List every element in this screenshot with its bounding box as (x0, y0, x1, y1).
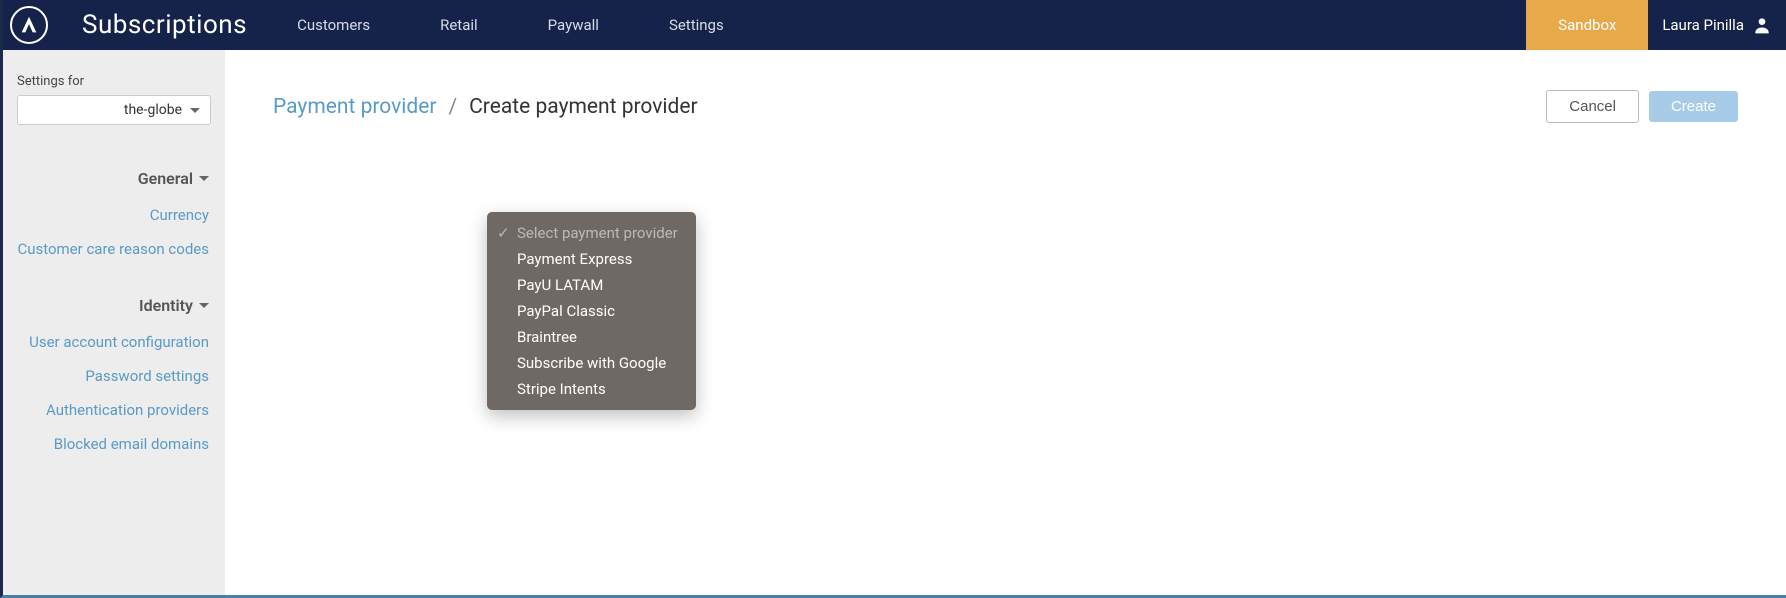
cancel-button[interactable]: Cancel (1546, 90, 1639, 123)
sidebar-link-blocked-email[interactable]: Blocked email domains (3, 427, 225, 461)
nav-customers[interactable]: Customers (297, 16, 370, 34)
site-select[interactable]: the-globe (17, 95, 211, 125)
sidebar-section-general[interactable]: General (3, 139, 225, 198)
breadcrumb: Payment provider / Create payment provid… (273, 95, 698, 119)
sidebar-link-auth-providers[interactable]: Authentication providers (3, 393, 225, 427)
chevron-down-icon (190, 108, 200, 113)
create-button[interactable]: Create (1649, 91, 1738, 122)
primary-nav: Customers Retail Paywall Settings (297, 16, 724, 34)
app-logo[interactable] (10, 6, 48, 44)
dropdown-option-payu-latam[interactable]: PayU LATAM (487, 272, 696, 298)
nav-retail[interactable]: Retail (440, 16, 478, 34)
site-select-value: the-globe (124, 102, 182, 118)
sidebar-link-password[interactable]: Password settings (3, 359, 225, 393)
sidebar-link-user-account[interactable]: User account configuration (3, 325, 225, 359)
dropdown-placeholder[interactable]: ✓ Select payment provider (487, 220, 696, 246)
sidebar-section-identity[interactable]: Identity (3, 266, 225, 325)
dropdown-option-braintree[interactable]: Braintree (487, 324, 696, 350)
breadcrumb-separator: / (448, 95, 457, 119)
breadcrumb-current: Create payment provider (469, 95, 698, 119)
top-navigation-bar: Subscriptions Customers Retail Paywall S… (3, 0, 1786, 50)
user-icon (1752, 15, 1772, 35)
user-name: Laura Pinilla (1662, 16, 1744, 34)
sidebar-link-currency[interactable]: Currency (3, 198, 225, 232)
sidebar-section-label: Identity (139, 296, 193, 315)
sidebar-section-label: General (138, 169, 193, 188)
dropdown-option-payment-express[interactable]: Payment Express (487, 246, 696, 272)
dropdown-placeholder-label: Select payment provider (517, 224, 678, 242)
chevron-down-icon (199, 303, 209, 308)
nav-paywall[interactable]: Paywall (548, 16, 599, 34)
environment-badge[interactable]: Sandbox (1526, 0, 1648, 50)
user-menu[interactable]: Laura Pinilla (1648, 15, 1786, 35)
main-content: Payment provider / Create payment provid… (225, 50, 1786, 595)
dropdown-option-paypal-classic[interactable]: PayPal Classic (487, 298, 696, 324)
chevron-down-icon (199, 176, 209, 181)
dropdown-option-stripe-intents[interactable]: Stripe Intents (487, 376, 696, 402)
settings-sidebar: Settings for the-globe General Currency … (3, 50, 225, 595)
logo-icon (18, 14, 40, 36)
app-title: Subscriptions (82, 10, 247, 40)
nav-settings[interactable]: Settings (669, 16, 724, 34)
settings-for-label: Settings for (17, 74, 211, 89)
check-icon: ✓ (497, 224, 510, 242)
breadcrumb-parent[interactable]: Payment provider (273, 95, 436, 119)
payment-provider-dropdown: ✓ Select payment provider Payment Expres… (487, 212, 696, 410)
sidebar-link-reason-codes[interactable]: Customer care reason codes (3, 232, 225, 266)
dropdown-option-subscribe-google[interactable]: Subscribe with Google (487, 350, 696, 376)
